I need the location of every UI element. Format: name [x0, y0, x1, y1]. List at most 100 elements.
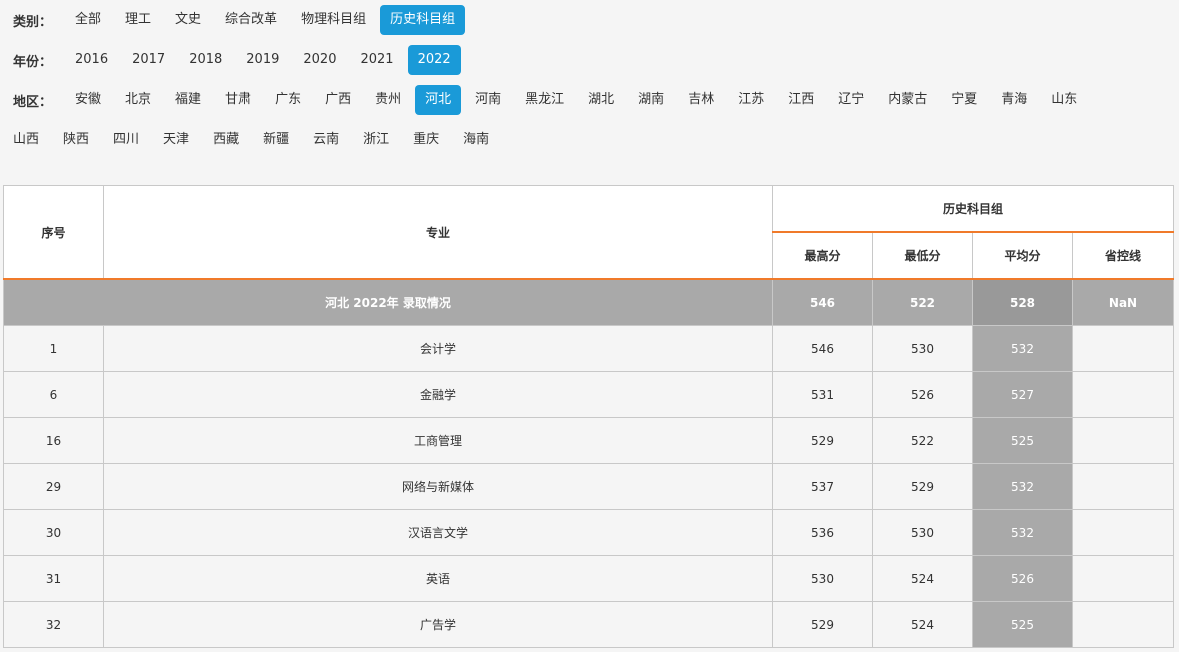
- year-option[interactable]: 2017: [122, 45, 175, 75]
- category-option[interactable]: 物理科目组: [291, 5, 376, 35]
- cell-avg: 532: [972, 463, 1073, 510]
- region-option[interactable]: 贵州: [365, 85, 411, 115]
- region-option[interactable]: 吉林: [678, 85, 724, 115]
- year-filter: 年份： 2016 2017 2018 2019 2020 2021 2022: [0, 45, 465, 75]
- cell-index: 30: [3, 509, 104, 556]
- header-min: 最低分: [872, 231, 973, 280]
- region-option[interactable]: 海南: [453, 125, 499, 155]
- category-option[interactable]: 全部: [65, 5, 111, 35]
- cell-control: [1071, 509, 1175, 556]
- category-filter-label: 类别：: [13, 14, 53, 30]
- cell-min: 530: [872, 325, 973, 372]
- cell-control: [1071, 463, 1175, 510]
- summary-row: 河北 2022年 录取情况 546 522 528 NaN: [3, 278, 1175, 326]
- year-option[interactable]: 2019: [236, 45, 289, 75]
- region-option[interactable]: 安徽: [65, 85, 111, 115]
- cell-min: 524: [872, 601, 973, 648]
- region-option[interactable]: 宁夏: [941, 85, 987, 115]
- cell-min: 530: [872, 509, 973, 556]
- region-option[interactable]: 四川: [103, 125, 149, 155]
- cell-avg: 526: [972, 555, 1073, 602]
- header-max: 最高分: [772, 231, 873, 280]
- region-option[interactable]: 北京: [115, 85, 161, 115]
- header-index: 序号: [3, 185, 104, 280]
- cell-control: [1071, 371, 1175, 418]
- table-row: 1 会计学 546 530 532: [3, 325, 1175, 372]
- cell-major: 英语: [103, 555, 773, 602]
- year-option[interactable]: 2020: [293, 45, 346, 75]
- header-group: 历史科目组: [771, 185, 1175, 233]
- region-option[interactable]: 广西: [315, 85, 361, 115]
- category-option[interactable]: 理工: [115, 5, 161, 35]
- cell-major: 广告学: [103, 601, 773, 648]
- cell-avg: 525: [972, 417, 1073, 464]
- region-option[interactable]: 河南: [465, 85, 511, 115]
- summary-title: 河北 2022年 录取情况: [3, 278, 773, 326]
- region-option[interactable]: 新疆: [253, 125, 299, 155]
- region-option[interactable]: 重庆: [403, 125, 449, 155]
- summary-avg: 528: [972, 278, 1073, 326]
- header-major: 专业: [103, 185, 773, 280]
- header-control: 省控线: [1071, 231, 1175, 280]
- cell-min: 524: [872, 555, 973, 602]
- region-option[interactable]: 云南: [303, 125, 349, 155]
- region-option[interactable]: 黑龙江: [515, 85, 574, 115]
- category-option[interactable]: 文史: [165, 5, 211, 35]
- cell-major: 工商管理: [103, 417, 773, 464]
- region-option[interactable]: 湖南: [628, 85, 674, 115]
- year-option[interactable]: 2022: [407, 45, 461, 75]
- year-filter-label: 年份：: [13, 54, 53, 70]
- cell-control: [1071, 417, 1175, 464]
- region-option[interactable]: 江苏: [728, 85, 774, 115]
- cell-major: 汉语言文学: [103, 509, 773, 556]
- region-option[interactable]: 内蒙古: [878, 85, 937, 115]
- table-row: 32 广告学 529 524 525: [3, 601, 1175, 648]
- cell-major: 金融学: [103, 371, 773, 418]
- region-option[interactable]: 江西: [778, 85, 824, 115]
- cell-major: 网络与新媒体: [103, 463, 773, 510]
- region-option[interactable]: 甘肃: [215, 85, 261, 115]
- cell-index: 16: [3, 417, 104, 464]
- cell-min: 522: [872, 417, 973, 464]
- cell-avg: 532: [972, 509, 1073, 556]
- region-option[interactable]: 湖北: [578, 85, 624, 115]
- year-option[interactable]: 2021: [350, 45, 403, 75]
- region-option[interactable]: 西藏: [203, 125, 249, 155]
- table-row: 30 汉语言文学 536 530 532: [3, 509, 1175, 556]
- region-option[interactable]: 陕西: [53, 125, 99, 155]
- summary-max: 546: [772, 278, 873, 326]
- region-option[interactable]: 山东: [1041, 85, 1087, 115]
- cell-avg: 527: [972, 371, 1073, 418]
- cell-control: [1071, 601, 1175, 648]
- region-option[interactable]: 山西: [3, 125, 49, 155]
- cell-major: 会计学: [103, 325, 773, 372]
- cell-max: 536: [772, 509, 873, 556]
- year-option[interactable]: 2018: [179, 45, 232, 75]
- cell-index: 31: [3, 555, 104, 602]
- table-row: 29 网络与新媒体 537 529 532: [3, 463, 1175, 510]
- region-option[interactable]: 广东: [265, 85, 311, 115]
- region-option[interactable]: 青海: [991, 85, 1037, 115]
- cell-control: [1071, 325, 1175, 372]
- region-option[interactable]: 浙江: [353, 125, 399, 155]
- category-option[interactable]: 历史科目组: [380, 5, 466, 35]
- region-option[interactable]: 福建: [165, 85, 211, 115]
- cell-control: [1071, 555, 1175, 602]
- year-option[interactable]: 2016: [65, 45, 118, 75]
- header-avg: 平均分: [972, 231, 1073, 280]
- cell-max: 546: [772, 325, 873, 372]
- region-option[interactable]: 辽宁: [828, 85, 874, 115]
- cell-max: 531: [772, 371, 873, 418]
- region-filter-row2: 山西 陕西 四川 天津 西藏 新疆 云南 浙江 重庆 海南: [0, 125, 503, 155]
- cell-avg: 532: [972, 325, 1073, 372]
- region-option[interactable]: 河北: [415, 85, 462, 115]
- table-row: 6 金融学 531 526 527: [3, 371, 1175, 418]
- admission-table: 序号 专业 历史科目组 最高分 最低分 平均分 省控线 河北 2022年 录取情…: [3, 185, 1175, 648]
- region-options-row1: 安徽 北京 福建 甘肃 广东 广西 贵州 河北 河南 黑龙江 湖北 湖南 吉林 江苏 江西 辽宁 内蒙古 宁夏 青海…: [65, 85, 1091, 115]
- category-option[interactable]: 综合改革: [215, 5, 287, 35]
- region-options-row2: 山西 陕西 四川 天津 西藏 新疆 云南 浙江 重庆 海南: [0, 125, 503, 155]
- cell-index: 1: [3, 325, 104, 372]
- region-option[interactable]: 天津: [153, 125, 199, 155]
- cell-max: 537: [772, 463, 873, 510]
- cell-index: 29: [3, 463, 104, 510]
